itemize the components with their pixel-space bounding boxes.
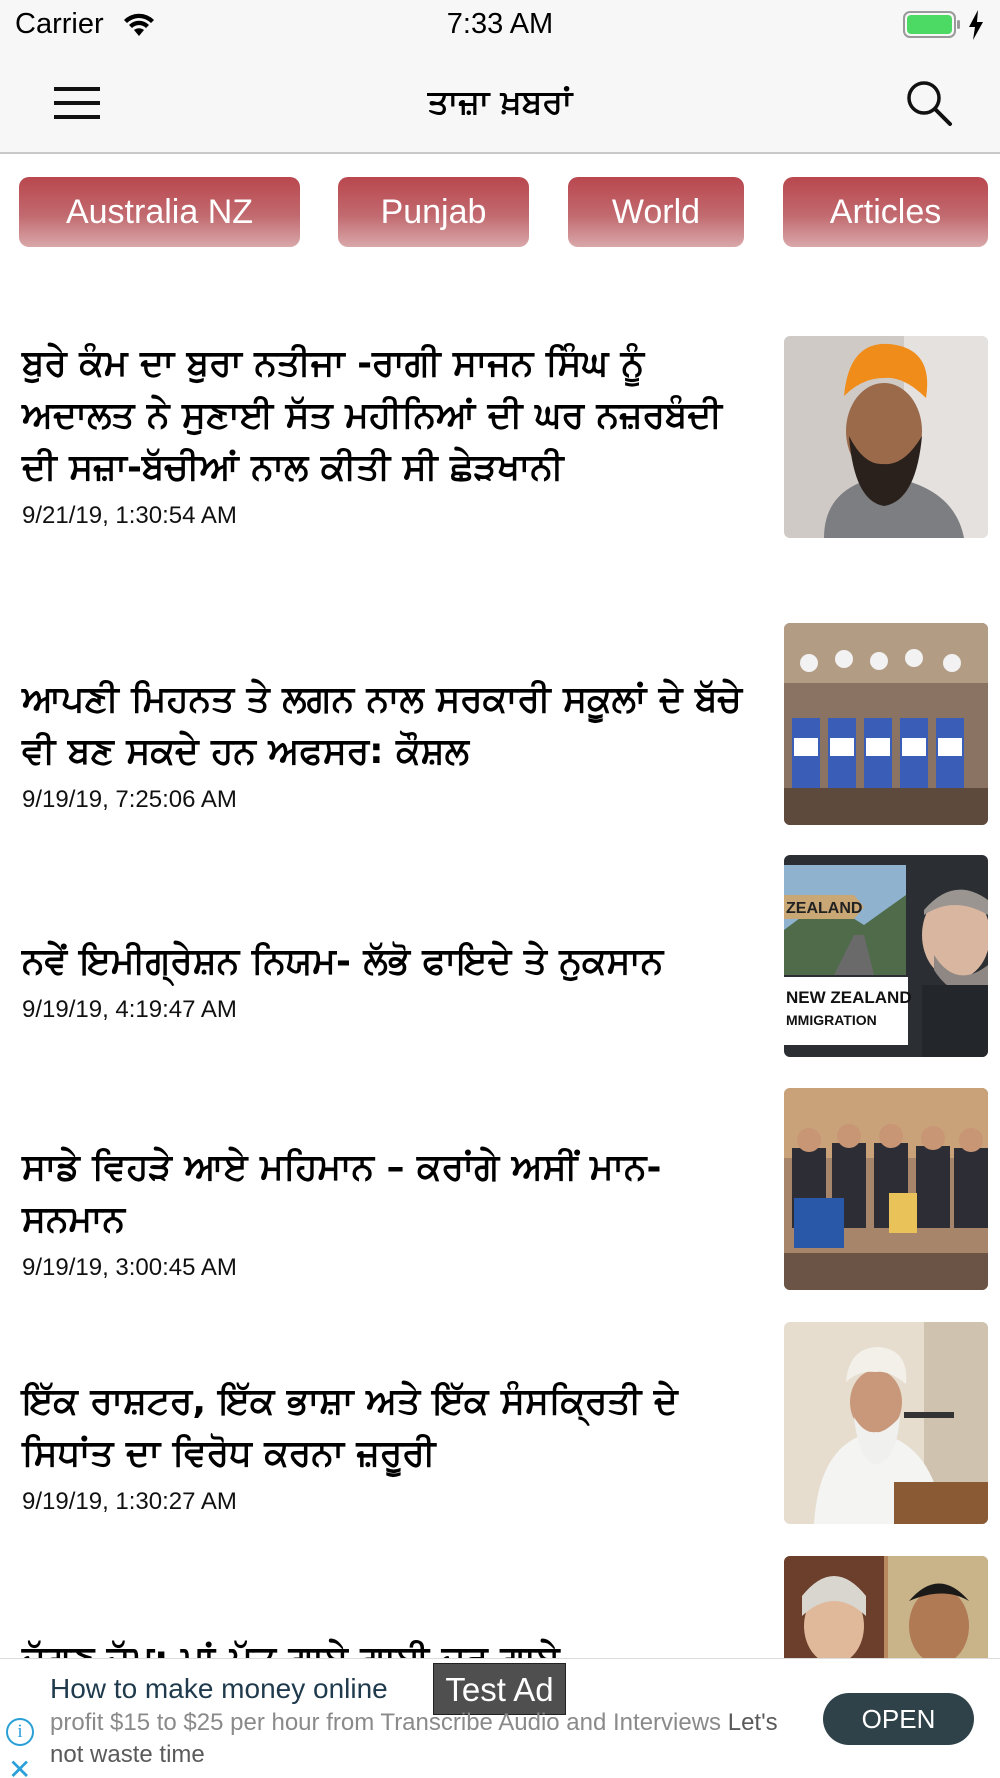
tab-world[interactable]: World: [568, 177, 744, 247]
news-date: 9/19/19, 3:00:45 AM: [22, 1254, 237, 1281]
info-icon[interactable]: i: [6, 1718, 34, 1746]
tab-punjab[interactable]: Punjab: [338, 177, 529, 247]
search-icon[interactable]: [904, 78, 954, 128]
battery-charging-icon: [903, 11, 960, 38]
news-date: 9/19/19, 7:25:06 AM: [22, 786, 237, 813]
thumb-sign-text: ZEALAND: [786, 900, 862, 917]
ad-body-text: profit $15 to $25 per hour from Transcri…: [50, 1709, 722, 1736]
news-title: ਦੁੱਗਣ ਜੁੱਮ: ਮਾਂ-ਪੁੱਤ ਗਾਏ ਗਾਈ ਦਰ ਗਾਏ: [22, 1634, 747, 1658]
news-text: ਇੱਕ ਰਾਸ਼ਟਰ, ਇੱਕ ਭਾਸ਼ਾ ਅਤੇ ਇੱਕ ਸੰਸਕ੍ਰਿਤੀ …: [22, 1376, 747, 1516]
news-thumbnail: [784, 1556, 988, 1658]
news-item[interactable]: ਨਵੇਂ ਇਮੀਗ੍ਰੇਸ਼ਨ ਨਿਯਮ- ਲੱਭੋ ਫਾਇਦੇ ਤੇ ਨੁਕਸ…: [0, 854, 1000, 1057]
news-thumbnail: [784, 336, 988, 538]
news-thumbnail: [784, 1322, 988, 1524]
news-text: ਬੁਰੇ ਕੰਮ ਦਾ ਬੁਰਾ ਨਤੀਜਾ -ਰਾਗੀ ਸਾਜਨ ਸਿੰਘ ਨ…: [22, 338, 747, 530]
news-item[interactable]: ਬੁਰੇ ਕੰਮ ਦਾ ਬੁਰਾ ਨਤੀਜਾ -ਰਾਗੀ ਸਾਜਨ ਸਿੰਘ ਨ…: [0, 334, 1000, 584]
nav-bar: ਤਾਜ਼ਾ ਖ਼ਬਰਾਂ: [0, 50, 1000, 154]
news-title: ਸਾਡੇ ਵਿਹੜੇ ਆਏ ਮਹਿਮਾਨ – ਕਰਾਂਗੇ ਅਸੀਂ ਮਾਨ-ਸ…: [22, 1147, 662, 1240]
news-title: ਨਵੇਂ ਇਮੀਗ੍ਰੇਸ਼ਨ ਨਿਯਮ- ਲੱਭੋ ਫਾਇਦੇ ਤੇ ਨੁਕਸ…: [22, 941, 664, 982]
news-text: ਸਾਡੇ ਵਿਹੜੇ ਆਏ ਮਹਿਮਾਨ – ਕਰਾਂਗੇ ਅਸੀਂ ਮਾਨ-ਸ…: [22, 1142, 747, 1282]
tab-australia-nz[interactable]: Australia NZ: [19, 177, 300, 247]
news-thumbnail: [784, 623, 988, 825]
thumb-caption-line1: NEW ZEALAND: [786, 988, 912, 1007]
news-title: ਆਪਣੀ ਮਿਹਨਤ ਤੇ ਲਗਨ ਨਾਲ ਸਰਕਾਰੀ ਸਕੂਲਾਂ ਦੇ ਬ…: [22, 679, 742, 772]
top-bar: Carrier 7:33 AM ਤਾਜ਼ਾ ਖ਼ਬਰਾਂ: [0, 0, 1000, 154]
news-date: 9/19/19, 4:19:47 AM: [22, 996, 237, 1023]
news-text: ਦੁੱਗਣ ਜੁੱਮ: ਮਾਂ-ਪੁੱਤ ਗਾਏ ਗਾਈ ਦਰ ਗਾਏ: [22, 1634, 747, 1658]
news-title: ਇੱਕ ਰਾਸ਼ਟਰ, ਇੱਕ ਭਾਸ਼ਾ ਅਤੇ ਇੱਕ ਸੰਸਕ੍ਰਿਤੀ …: [22, 1381, 678, 1474]
news-text: ਆਪਣੀ ਮਿਹਨਤ ਤੇ ਲਗਨ ਨਾਲ ਸਰਕਾਰੀ ਸਕੂਲਾਂ ਦੇ ਬ…: [22, 674, 747, 814]
page-title: ਤਾਜ਼ਾ ਖ਼ਬਰਾਂ: [427, 82, 573, 121]
ad-open-button[interactable]: OPEN: [823, 1693, 974, 1745]
ad-body: profit $15 to $25 per hour from Transcri…: [50, 1707, 810, 1771]
news-item[interactable]: ਦੁੱਗਣ ਜੁੱਮ: ਮਾਂ-ਪੁੱਤ ਗਾਏ ਗਾਈ ਦਰ ਗਾਏ: [0, 1554, 1000, 1658]
news-item[interactable]: ਆਪਣੀ ਮਿਹਨਤ ਤੇ ਲਗਨ ਨਾਲ ਸਰਕਾਰੀ ਸਕੂਲਾਂ ਦੇ ਬ…: [0, 622, 1000, 832]
ad-headline[interactable]: How to make money online: [50, 1673, 388, 1705]
news-item[interactable]: ਇੱਕ ਰਾਸ਼ਟਰ, ਇੱਕ ਭਾਸ਼ਾ ਅਤੇ ਇੱਕ ਸੰਸਕ੍ਰਿਤੀ …: [0, 1320, 1000, 1530]
hamburger-menu-icon[interactable]: [52, 84, 102, 122]
close-icon[interactable]: ✕: [8, 1753, 31, 1778]
news-thumbnail: ZEALAND NEW ZEALAND MMIGRATION: [784, 855, 988, 1057]
thumb-caption-line2: MMIGRATION: [786, 1012, 877, 1028]
tab-articles[interactable]: Articles: [783, 177, 988, 247]
news-text: ਨਵੇਂ ਇਮੀਗ੍ਰੇਸ਼ਨ ਨਿਯਮ- ਲੱਭੋ ਫਾਇਦੇ ਤੇ ਨੁਕਸ…: [22, 936, 747, 1024]
news-thumbnail: [784, 1088, 988, 1290]
ad-banner[interactable]: i ✕ How to make money online Test Ad pro…: [0, 1658, 1000, 1778]
news-title: ਬੁਰੇ ਕੰਮ ਦਾ ਬੁਰਾ ਨਤੀਜਾ -ਰਾਗੀ ਸਾਜਨ ਸਿੰਘ ਨ…: [22, 343, 723, 488]
news-date: 9/21/19, 1:30:54 AM: [22, 502, 237, 529]
news-item[interactable]: ਸਾਡੇ ਵਿਹੜੇ ਆਏ ਮਹਿਮਾਨ – ਕਰਾਂਗੇ ਅਸੀਂ ਮਾਨ-ਸ…: [0, 1086, 1000, 1296]
clock: 7:33 AM: [446, 8, 554, 40]
charging-bolt-icon: [969, 10, 983, 40]
news-date: 9/19/19, 1:30:27 AM: [22, 1488, 237, 1515]
status-bar: Carrier 7:33 AM: [0, 0, 1000, 50]
